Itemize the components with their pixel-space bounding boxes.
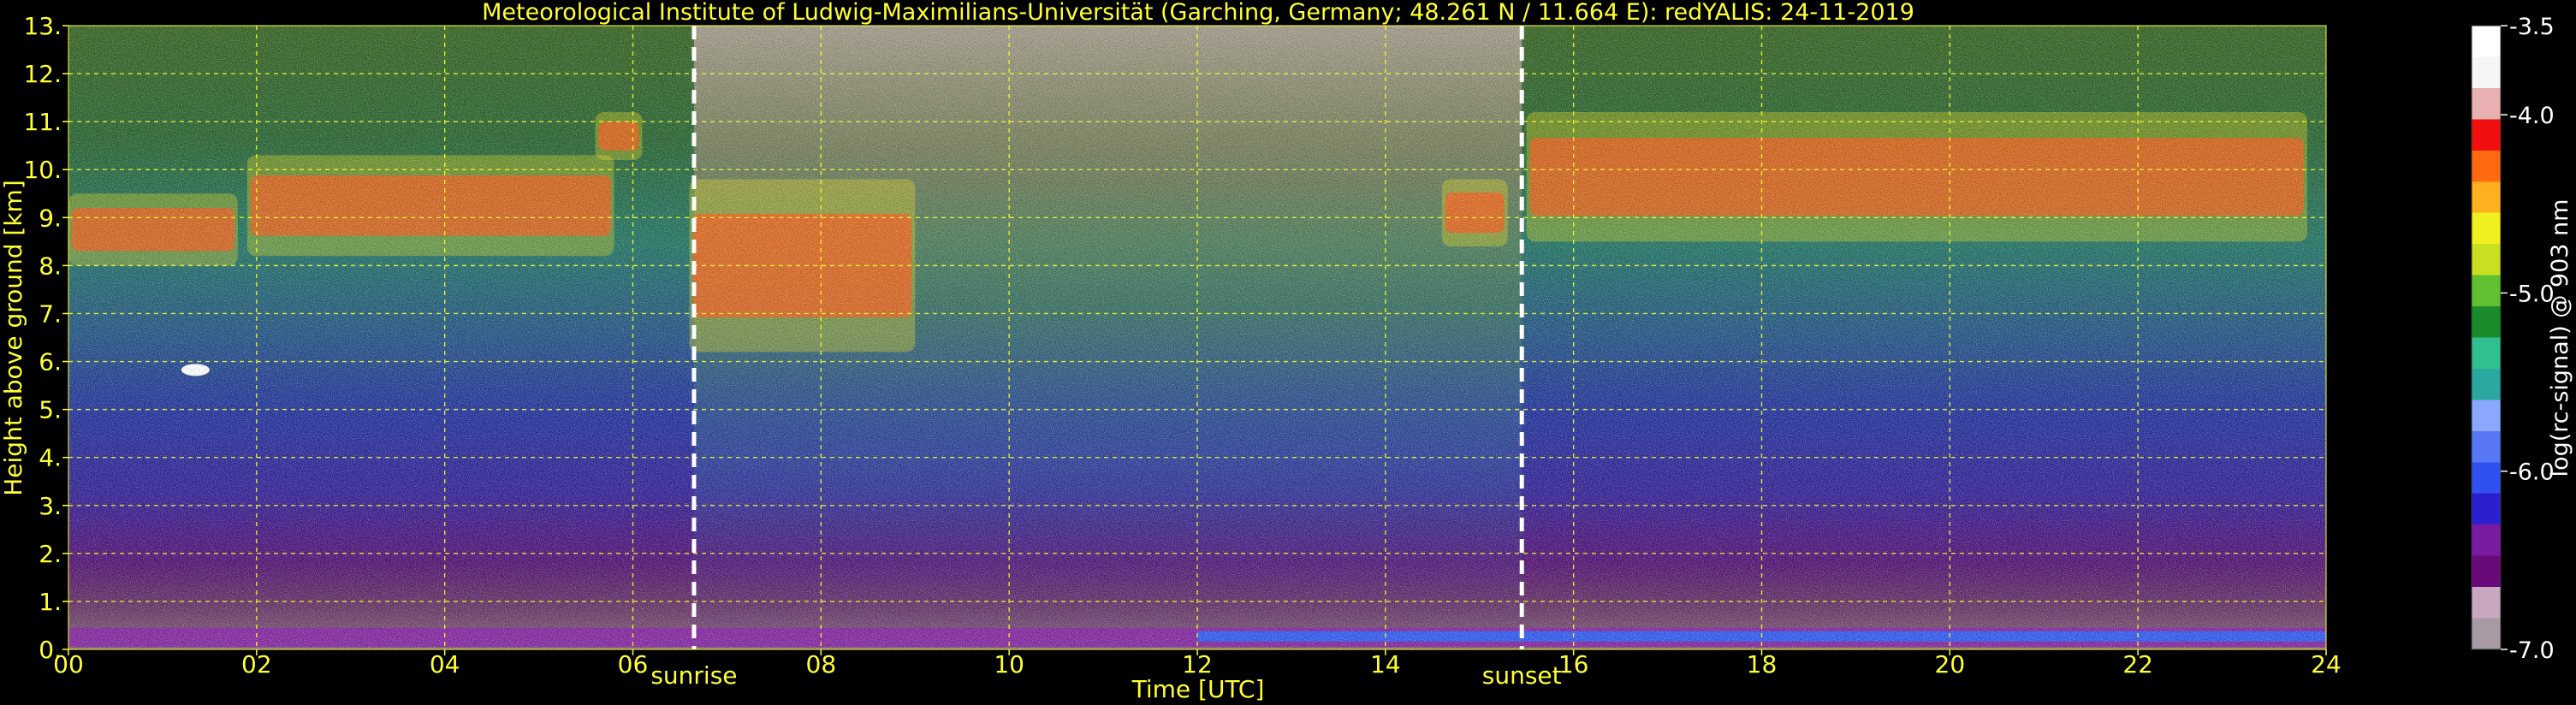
x-tick-label: 10 <box>994 650 1024 678</box>
y-tick-label: 8. <box>39 252 62 280</box>
y-tick-label: 10. <box>23 156 62 184</box>
x-tick-label: 22 <box>2122 650 2153 678</box>
y-tick-label: 2. <box>39 540 62 568</box>
y-tick-label: 3. <box>39 492 62 520</box>
x-tick-label: 02 <box>241 650 272 678</box>
sunrise-label: sunrise <box>650 661 737 690</box>
y-tick-label: 9. <box>39 204 62 232</box>
chart-title: Meteorological Institute of Ludwig-Maxim… <box>482 0 1914 26</box>
y-tick-label: 7. <box>39 299 62 328</box>
x-tick-label: 16 <box>1558 650 1589 678</box>
sun-event-labels: sunrise sunset <box>650 661 1561 690</box>
x-tick-label: 06 <box>618 650 649 678</box>
x-axis-ticks: 00 02 04 06 08 10 12 14 16 18 20 22 24 <box>53 649 2342 678</box>
x-tick-label: 08 <box>806 650 837 678</box>
x-tick-label: 24 <box>2311 650 2342 678</box>
y-tick-label: 1. <box>39 588 62 616</box>
y-tick-label: 4. <box>39 444 62 472</box>
colorbar: -3.5-4.0-5.0-6.0-7.0 log(rc-signal) @ 90… <box>2471 14 2573 664</box>
y-tick-label: 0. <box>39 636 62 664</box>
colorbar-tick-label: -7.0 <box>2509 637 2555 664</box>
y-axis-label: Height above ground [km] <box>0 180 27 496</box>
plot-area <box>68 26 2326 649</box>
x-tick-label: 20 <box>1935 650 1966 678</box>
lidar-figure: 00 02 04 06 08 10 12 14 16 18 20 22 24 0.1.2.3.4.5.6… <box>0 0 2573 703</box>
sunset-label: sunset <box>1482 661 1562 690</box>
colorbar-scale <box>2472 26 2501 649</box>
colorbar-label: log(rc-signal) @ 903 nm <box>2547 199 2573 477</box>
x-tick-label: 14 <box>1370 650 1401 678</box>
y-tick-label: 11. <box>23 108 62 136</box>
colorbar-tick-label: -4.0 <box>2509 103 2555 129</box>
x-tick-label: 04 <box>430 650 460 678</box>
colorbar-tick-label: -3.5 <box>2509 14 2555 40</box>
y-tick-label: 6. <box>39 348 62 376</box>
y-axis-ticks: 0. 1. 2. 3. 4. 5. 6. 7. 8. 9. 10. 11. 12. 13. <box>23 12 68 664</box>
y-tick-label: 5. <box>39 396 62 424</box>
x-axis-label: Time [UTC] <box>1131 675 1265 703</box>
y-tick-label: 13. <box>23 12 62 40</box>
x-tick-label: 18 <box>1747 650 1778 678</box>
y-tick-label: 12. <box>23 60 62 88</box>
